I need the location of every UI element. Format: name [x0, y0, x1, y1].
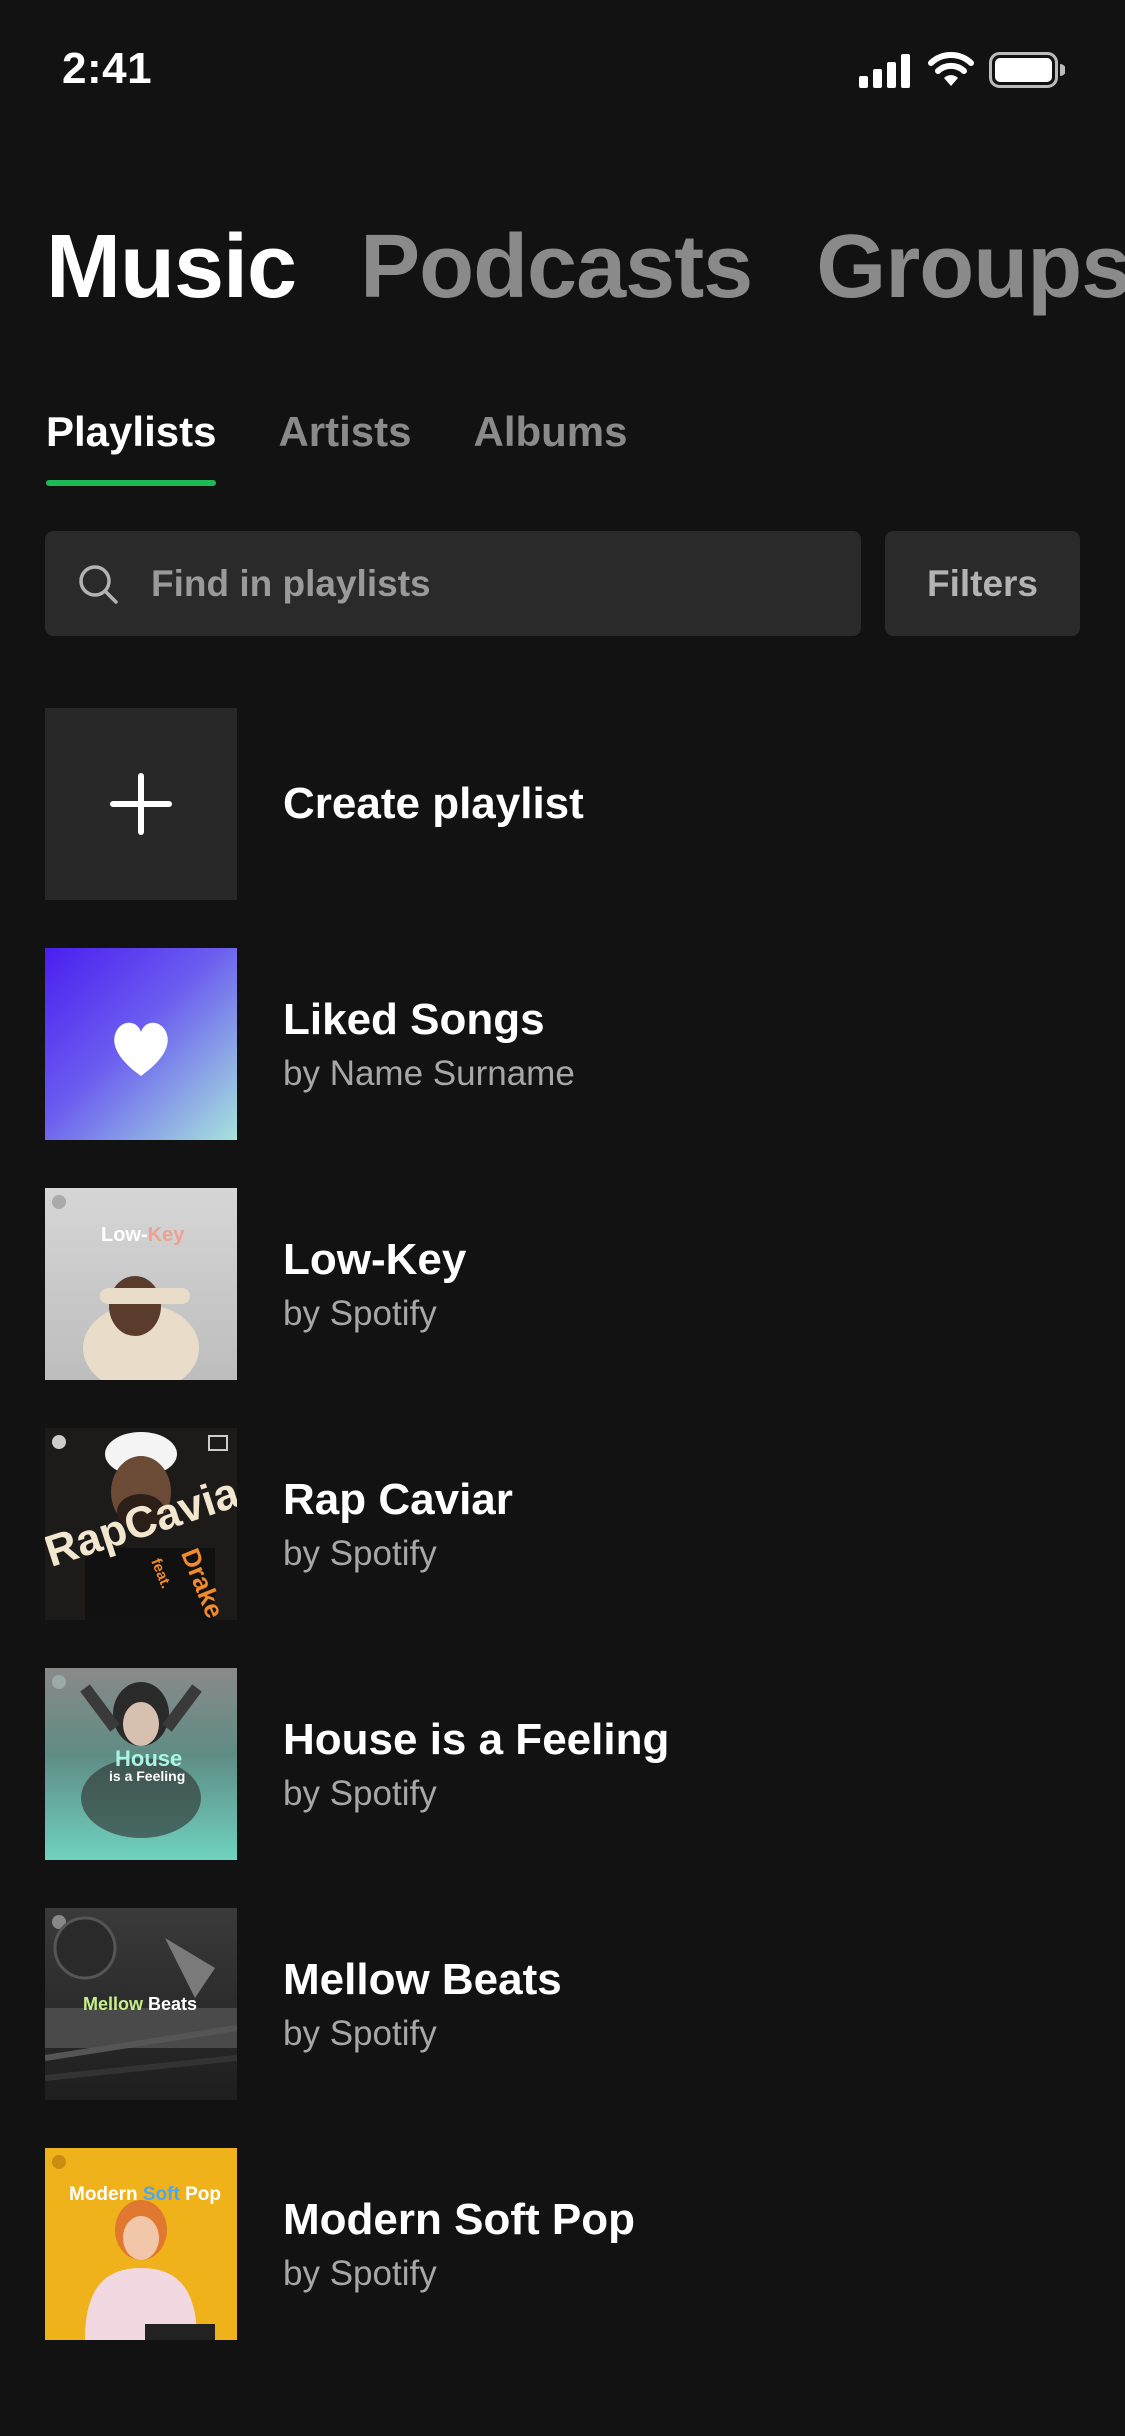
heart-icon	[114, 1022, 168, 1076]
filters-button[interactable]: Filters	[885, 531, 1080, 636]
playlist-owner: by Spotify	[283, 1534, 437, 1574]
playlist-title: Liked Songs	[283, 994, 545, 1044]
tab-music[interactable]: Music	[46, 222, 297, 312]
cover-text: Pop	[185, 2184, 221, 2205]
cover-art	[52, 2155, 215, 2340]
subtab-albums[interactable]: Albums	[474, 408, 628, 486]
playlist-row-house-is-a-feeling[interactable]: House is a Feeling House is a Feeling by…	[45, 1668, 1080, 1860]
status-icons	[859, 52, 1065, 88]
playlist-owner: by Name Surname	[283, 1054, 575, 1094]
playlist-owner: by Spotify	[283, 1774, 437, 1814]
playlist-row-rap-caviar[interactable]: RapCaviar feat. Drake Rap Caviar by Spot…	[45, 1428, 1080, 1620]
main-tabs: Music Podcasts Groups	[46, 222, 1125, 312]
low-key-cover: Low-Key	[45, 1188, 237, 1380]
subtab-playlists[interactable]: Playlists	[46, 408, 217, 486]
create-playlist-label: Create playlist	[283, 778, 584, 828]
cover-text: Beats	[148, 1994, 198, 2014]
sub-tabs: Playlists Artists Albums	[46, 408, 628, 486]
search-input[interactable]	[149, 561, 793, 606]
tab-podcasts[interactable]: Podcasts	[360, 222, 753, 312]
create-playlist-tile	[45, 708, 237, 900]
cover-text: Modern	[69, 2184, 138, 2205]
status-time: 2:41	[62, 44, 153, 93]
liked-songs-cover	[45, 948, 237, 1140]
playlist-title: Rap Caviar	[283, 1474, 513, 1524]
cover-text: Soft	[142, 2184, 180, 2205]
search-icon	[79, 564, 118, 604]
playlist-title: House is a Feeling	[283, 1714, 670, 1764]
tab-groups[interactable]: Groups	[816, 222, 1125, 312]
playlist-row-modern-soft-pop[interactable]: Modern Soft Pop Modern Soft Pop by Spoti…	[45, 2148, 1080, 2340]
rap-caviar-cover: RapCaviar feat. Drake	[45, 1428, 237, 1620]
playlist-title: Mellow Beats	[283, 1954, 562, 2004]
house-is-a-feeling-cover: House is a Feeling	[45, 1668, 237, 1860]
cover-text: Mellow	[83, 1994, 144, 2014]
search-box[interactable]	[45, 531, 861, 636]
playlist-owner: by Spotify	[283, 2014, 437, 2054]
playlist-title: Low-Key	[283, 1234, 467, 1284]
battery-icon	[989, 52, 1065, 88]
cover-text: Key	[147, 1224, 185, 1246]
playlist-row-low-key[interactable]: Low-Key Low-Key by Spotify	[45, 1188, 1080, 1380]
mellow-beats-cover: Mellow Beats	[45, 1908, 237, 2100]
search-row: Filters	[45, 531, 1080, 636]
wifi-icon	[928, 52, 974, 86]
cover-text: Low-	[101, 1224, 148, 1246]
modern-soft-pop-cover: Modern Soft Pop	[45, 2148, 237, 2340]
playlist-row-mellow-beats[interactable]: Mellow Beats Mellow Beats by Spotify	[45, 1908, 1080, 2100]
create-playlist-row[interactable]: Create playlist	[45, 708, 1080, 900]
status-bar: 2:41	[0, 0, 1125, 140]
cover-text: is a Feeling	[109, 1768, 186, 1784]
playlist-row-liked-songs[interactable]: Liked Songs by Name Surname	[45, 948, 1080, 1140]
playlist-owner: by Spotify	[283, 2254, 437, 2294]
subtab-artists[interactable]: Artists	[278, 408, 411, 486]
spotify-logo-icon	[52, 1195, 199, 1380]
playlist-title: Modern Soft Pop	[283, 2194, 635, 2244]
playlist-owner: by Spotify	[283, 1294, 437, 1334]
plus-icon	[110, 773, 172, 835]
cellular-signal-icon	[859, 54, 910, 88]
